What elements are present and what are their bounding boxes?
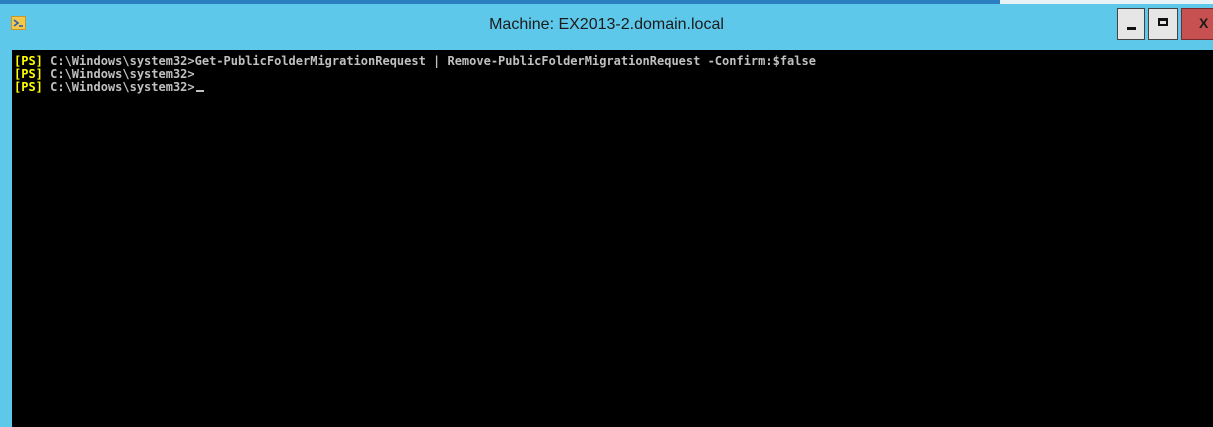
close-icon: X (1199, 15, 1209, 31)
prompt-tag: [PS] (14, 54, 43, 68)
prompt-tag: [PS] (14, 80, 43, 94)
window-title: Machine: EX2013-2.domain.local (489, 16, 724, 33)
console-input-line[interactable]: [PS] C:\Windows\system32> (14, 81, 204, 94)
close-button[interactable]: X (1181, 8, 1213, 40)
title-bar[interactable]: Machine: EX2013-2.domain.local X (0, 4, 1213, 46)
maximize-button[interactable] (1148, 8, 1178, 40)
console-output[interactable]: [PS] C:\Windows\system32>Get-PublicFolde… (12, 50, 1213, 427)
maximize-icon (1158, 18, 1168, 26)
minimize-button[interactable] (1117, 8, 1145, 40)
text-cursor (195, 90, 204, 92)
console-line-text: C:\Windows\system32>Get-PublicFolderMigr… (42, 54, 816, 68)
console-line-text: C:\Windows\system32> (42, 80, 195, 94)
console-line-text: C:\Windows\system32> (42, 67, 195, 81)
minimize-icon (1127, 27, 1136, 30)
prompt-tag: [PS] (14, 67, 43, 81)
powershell-window: Machine: EX2013-2.domain.local X [PS] C:… (0, 0, 1213, 427)
